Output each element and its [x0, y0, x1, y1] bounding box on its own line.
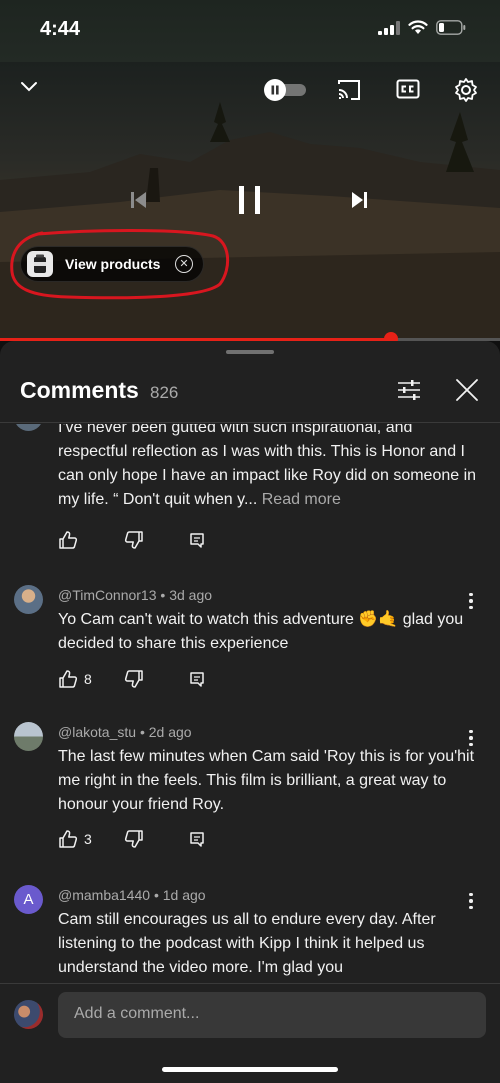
like-count: 8 — [84, 671, 92, 687]
like-button[interactable]: 8 — [58, 667, 92, 691]
close-icon — [456, 379, 478, 401]
thumbs-up-icon — [59, 670, 78, 688]
like-button[interactable]: 3 — [58, 827, 92, 851]
comment-meta: @mamba1440 • 1d ago — [58, 887, 206, 903]
status-icons — [378, 20, 466, 35]
thumbs-up-icon — [59, 830, 78, 848]
dislike-button[interactable] — [124, 667, 144, 691]
cc-icon — [396, 79, 420, 99]
comment-author[interactable]: @lakota_stu — [58, 724, 136, 740]
comments-title: Comments — [20, 377, 139, 403]
reply-icon — [190, 832, 204, 847]
reply-button[interactable] — [188, 827, 206, 851]
status-time: 4:44 — [40, 18, 81, 40]
comment-text: Yo Cam can't wait to watch this adventur… — [58, 611, 464, 652]
comment-text: Cam still encourages us all to endure ev… — [58, 911, 436, 976]
red-annotation-circle — [10, 229, 230, 300]
comment-text: The last few minutes when Cam said 'Roy … — [58, 748, 475, 813]
comment-meta: @lakota_stu • 2d ago — [58, 724, 192, 740]
comment-age: 1d ago — [162, 887, 206, 903]
comment-age: 3d ago — [169, 587, 213, 603]
add-comment-input[interactable]: Add a comment... — [58, 992, 486, 1038]
sort-filter-button[interactable] — [394, 375, 424, 405]
avatar-letter: A — [23, 891, 34, 908]
cast-button[interactable] — [334, 76, 364, 104]
next-button[interactable] — [346, 186, 374, 214]
comment-meta: @TimConnor13 • 3d ago — [58, 587, 212, 603]
read-more-link[interactable]: Read more — [262, 491, 341, 508]
comment-author[interactable]: @TimConnor13 — [58, 587, 157, 603]
comments-panel: Comments 826 I've never been gutted with… — [0, 341, 500, 1083]
thumbs-down-icon — [124, 830, 143, 848]
video-player[interactable]: View products ✕ — [0, 62, 500, 338]
dislike-button[interactable] — [124, 827, 144, 851]
battery-icon — [436, 20, 466, 35]
close-comments-button[interactable] — [452, 375, 482, 405]
drag-handle[interactable] — [226, 350, 274, 354]
reply-icon — [190, 533, 204, 548]
user-avatar[interactable] — [14, 1000, 43, 1029]
avatar[interactable] — [14, 585, 43, 614]
meta-separator: • — [139, 724, 145, 740]
home-indicator — [162, 1067, 338, 1072]
skip-next-icon — [352, 192, 367, 208]
sliders-icon — [398, 380, 420, 400]
dislike-button[interactable] — [124, 528, 144, 552]
captions-button[interactable] — [394, 76, 422, 102]
meta-separator: • — [160, 587, 166, 603]
wifi-icon — [408, 20, 428, 34]
avatar[interactable]: A — [14, 885, 43, 914]
comments-count: 826 — [150, 383, 179, 402]
like-count: 3 — [84, 831, 92, 847]
thumbs-up-icon — [59, 531, 78, 549]
autoplay-toggle[interactable] — [262, 78, 308, 102]
settings-button[interactable] — [452, 76, 480, 104]
chevron-down-icon — [21, 82, 37, 92]
cast-icon — [338, 80, 360, 100]
reply-button[interactable] — [188, 528, 206, 552]
comment-age: 2d ago — [148, 724, 192, 740]
gear-icon — [455, 78, 477, 102]
comments-header: Comments 826 — [0, 367, 500, 423]
thumbs-down-icon — [124, 531, 143, 549]
previous-button[interactable] — [124, 186, 152, 214]
reply-button[interactable] — [188, 667, 206, 691]
skip-previous-icon — [131, 192, 146, 208]
meta-separator: • — [153, 887, 159, 903]
comment-text: I've never been gutted with such inspira… — [58, 424, 477, 508]
cellular-signal-icon — [378, 20, 400, 35]
minimize-button[interactable] — [14, 74, 44, 100]
avatar[interactable] — [14, 424, 43, 431]
reply-icon — [190, 672, 204, 687]
pause-icon — [239, 186, 260, 214]
status-bar: 4:44 — [0, 0, 500, 62]
comment-author[interactable]: @mamba1440 — [58, 887, 150, 903]
like-button[interactable] — [58, 528, 84, 552]
pause-button[interactable] — [230, 180, 270, 220]
thumbs-down-icon — [124, 670, 143, 688]
avatar[interactable] — [14, 722, 43, 751]
pause-toggle-icon — [264, 79, 306, 101]
comments-list: I've never been gutted with such inspira… — [0, 424, 500, 982]
